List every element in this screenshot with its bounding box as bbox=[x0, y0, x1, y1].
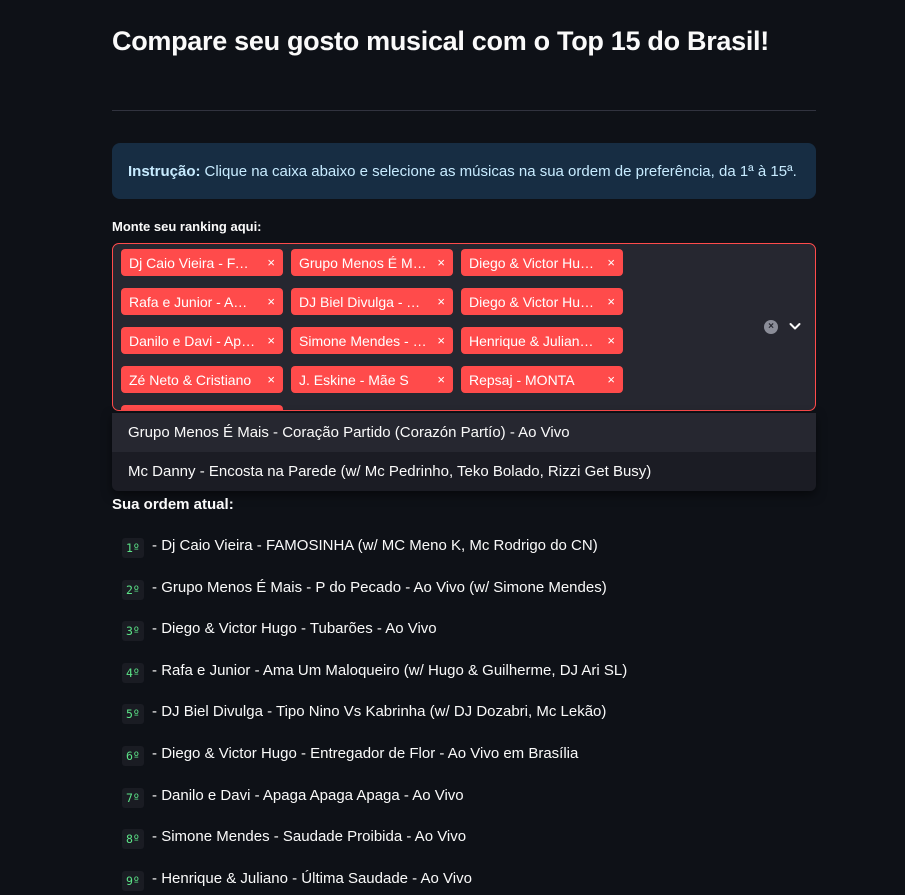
tag-label: DJ Biel Divulga - Tipo Nino Vs Kabrinha … bbox=[299, 293, 427, 310]
rank-badge: 7º bbox=[122, 787, 144, 808]
selected-tag: Danilo e Davi - Apaga Apaga Apaga - Ao V… bbox=[121, 327, 283, 354]
remove-tag-icon[interactable]: × bbox=[437, 294, 445, 309]
song-title: Rafa e Junior - Ama Um Maloqueiro (w/ Hu… bbox=[161, 661, 628, 679]
remove-tag-icon[interactable]: × bbox=[437, 333, 445, 348]
rank-separator: - bbox=[147, 578, 162, 596]
dropdown-option[interactable]: Mc Danny - Encosta na Parede (w/ Mc Pedr… bbox=[112, 452, 816, 491]
ranking-multiselect[interactable]: Dj Caio Vieira - FAMOSINHA (w/ MC Meno K… bbox=[112, 243, 816, 411]
tag-label: Danilo e Davi - Apaga Apaga Apaga - Ao V… bbox=[129, 332, 257, 349]
info-text: Clique na caixa abaixo e selecione as mú… bbox=[204, 162, 797, 180]
options-dropdown: Grupo Menos É Mais - Coração Partido (Co… bbox=[112, 413, 816, 491]
order-list-item: 2º - Grupo Menos É Mais - P do Pecado - … bbox=[122, 578, 822, 620]
remove-tag-icon[interactable]: × bbox=[437, 372, 445, 387]
tag-label: Dj Caio Vieira - FAMOSINHA (w/ MC Meno K… bbox=[129, 254, 257, 271]
song-title: Grupo Menos É Mais - P do Pecado - Ao Vi… bbox=[161, 578, 607, 596]
rank-badge: 2º bbox=[122, 579, 144, 600]
ranking-field-label: Monte seu ranking aqui: bbox=[112, 219, 262, 234]
rank-badge: 4º bbox=[122, 662, 144, 683]
order-list-item: 6º - Diego & Victor Hugo - Entregador de… bbox=[122, 744, 822, 786]
song-title: Diego & Victor Hugo - Entregador de Flor… bbox=[161, 744, 579, 762]
rank-badge: 5º bbox=[122, 704, 144, 725]
tag-label: Simone Mendes - Saudade Proibida - Ao Vi… bbox=[299, 332, 427, 349]
rank-separator: - bbox=[147, 828, 162, 846]
selected-tags: Dj Caio Vieira - FAMOSINHA (w/ MC Meno K… bbox=[121, 249, 641, 410]
remove-tag-icon[interactable]: × bbox=[607, 294, 615, 309]
tag-label: Grupo Menos É Mais - P do Pecado - Ao Vi… bbox=[299, 254, 427, 271]
remove-tag-icon[interactable]: × bbox=[267, 372, 275, 387]
selected-tag: DJ Biel Divulga - Tipo Nino Vs Kabrinha … bbox=[291, 288, 453, 315]
current-order-heading: Sua ordem atual: bbox=[112, 496, 234, 513]
order-list-item: 4º - Rafa e Junior - Ama Um Maloqueiro (… bbox=[122, 661, 822, 703]
order-list-item: 8º - Simone Mendes - Saudade Proibida - … bbox=[122, 827, 822, 869]
order-list-item: 9º - Henrique & Juliano - Última Saudade… bbox=[122, 869, 822, 895]
tag-label: Diego & Victor Hugo - Entregador de Flor… bbox=[469, 293, 597, 310]
rank-badge: 3º bbox=[122, 621, 144, 642]
remove-tag-icon[interactable]: × bbox=[607, 372, 615, 387]
remove-tag-icon[interactable]: × bbox=[267, 255, 275, 270]
tag-label: Zé Neto & Cristiano bbox=[129, 371, 252, 388]
tag-label: J. Eskine - Mãe S bbox=[299, 371, 409, 388]
rank-badge: 6º bbox=[122, 745, 144, 766]
remove-tag-icon[interactable]: × bbox=[437, 255, 445, 270]
song-title: Simone Mendes - Saudade Proibida - Ao Vi… bbox=[161, 828, 467, 846]
selected-tag: Dj Caio Vieira - FAMOSINHA (w/ MC Meno K… bbox=[121, 249, 283, 276]
selected-tag: J. Eskine - Mãe S × bbox=[291, 366, 453, 393]
rank-separator: - bbox=[147, 620, 162, 638]
selected-tag: Repsaj - MONTA × bbox=[461, 366, 623, 393]
tag-label: Diego & Victor Hugo - Tubarões - Ao Vivo bbox=[469, 254, 597, 271]
selected-tag: × bbox=[121, 405, 283, 410]
dropdown-option[interactable]: Grupo Menos É Mais - Coração Partido (Co… bbox=[112, 413, 816, 452]
rank-badge: 1º bbox=[122, 538, 144, 558]
order-list-item: 5º - DJ Biel Divulga - Tipo Nino Vs Kabr… bbox=[122, 702, 822, 744]
order-list-item: 3º - Diego & Victor Hugo - Tubarões - Ao… bbox=[122, 619, 822, 661]
rank-separator: - bbox=[147, 703, 162, 721]
song-title: DJ Biel Divulga - Tipo Nino Vs Kabrinha … bbox=[161, 703, 607, 721]
selected-tag: Zé Neto & Cristiano × bbox=[121, 366, 283, 393]
clear-all-icon[interactable]: × bbox=[764, 320, 778, 334]
remove-tag-icon[interactable]: × bbox=[607, 333, 615, 348]
info-alert: Instrução: Clique na caixa abaixo e sele… bbox=[112, 143, 816, 199]
app-page: Compare seu gosto musical com o Top 15 d… bbox=[0, 0, 905, 895]
chevron-down-icon[interactable] bbox=[787, 318, 803, 334]
song-title: Henrique & Juliano - Última Saudade - Ao… bbox=[161, 869, 472, 887]
selected-tag: Rafa e Junior - Ama Um Maloqueiro (w/ Hu… bbox=[121, 288, 283, 315]
remove-tag-icon[interactable]: × bbox=[607, 255, 615, 270]
selected-tag: Simone Mendes - Saudade Proibida - Ao Vi… bbox=[291, 327, 453, 354]
tag-label: Henrique & Juliano - Última Saudade - Ao… bbox=[469, 332, 597, 349]
rank-separator: - bbox=[147, 537, 162, 554]
selected-tag: Grupo Menos É Mais - P do Pecado - Ao Vi… bbox=[291, 249, 453, 276]
rank-badge: 9º bbox=[122, 870, 144, 891]
divider bbox=[112, 110, 816, 111]
info-label: Instrução: bbox=[128, 162, 201, 180]
order-list-item: 1º - Dj Caio Vieira - FAMOSINHA (w/ MC M… bbox=[122, 536, 822, 578]
remove-tag-icon[interactable]: × bbox=[267, 333, 275, 348]
rank-separator: - bbox=[147, 786, 162, 804]
order-list-item: 7º - Danilo e Davi - Apaga Apaga Apaga -… bbox=[122, 786, 822, 828]
rank-separator: - bbox=[147, 869, 162, 887]
selected-tag: Diego & Victor Hugo - Entregador de Flor… bbox=[461, 288, 623, 315]
page-title: Compare seu gosto musical com o Top 15 d… bbox=[112, 26, 769, 56]
song-title: Danilo e Davi - Apaga Apaga Apaga - Ao V… bbox=[161, 786, 464, 804]
song-title: Dj Caio Vieira - FAMOSINHA (w/ MC Meno K… bbox=[161, 537, 598, 554]
remove-tag-icon[interactable]: × bbox=[267, 294, 275, 309]
current-order-list: 1º - Dj Caio Vieira - FAMOSINHA (w/ MC M… bbox=[122, 536, 822, 895]
rank-separator: - bbox=[147, 744, 162, 762]
rank-badge: 8º bbox=[122, 829, 144, 850]
selected-tag: Henrique & Juliano - Última Saudade - Ao… bbox=[461, 327, 623, 354]
tag-label: Rafa e Junior - Ama Um Maloqueiro (w/ Hu… bbox=[129, 293, 257, 310]
rank-separator: - bbox=[147, 661, 162, 679]
tag-label: Repsaj - MONTA bbox=[469, 371, 575, 388]
song-title: Diego & Victor Hugo - Tubarões - Ao Vivo bbox=[161, 620, 437, 638]
selected-tag: Diego & Victor Hugo - Tubarões - Ao Vivo… bbox=[461, 249, 623, 276]
